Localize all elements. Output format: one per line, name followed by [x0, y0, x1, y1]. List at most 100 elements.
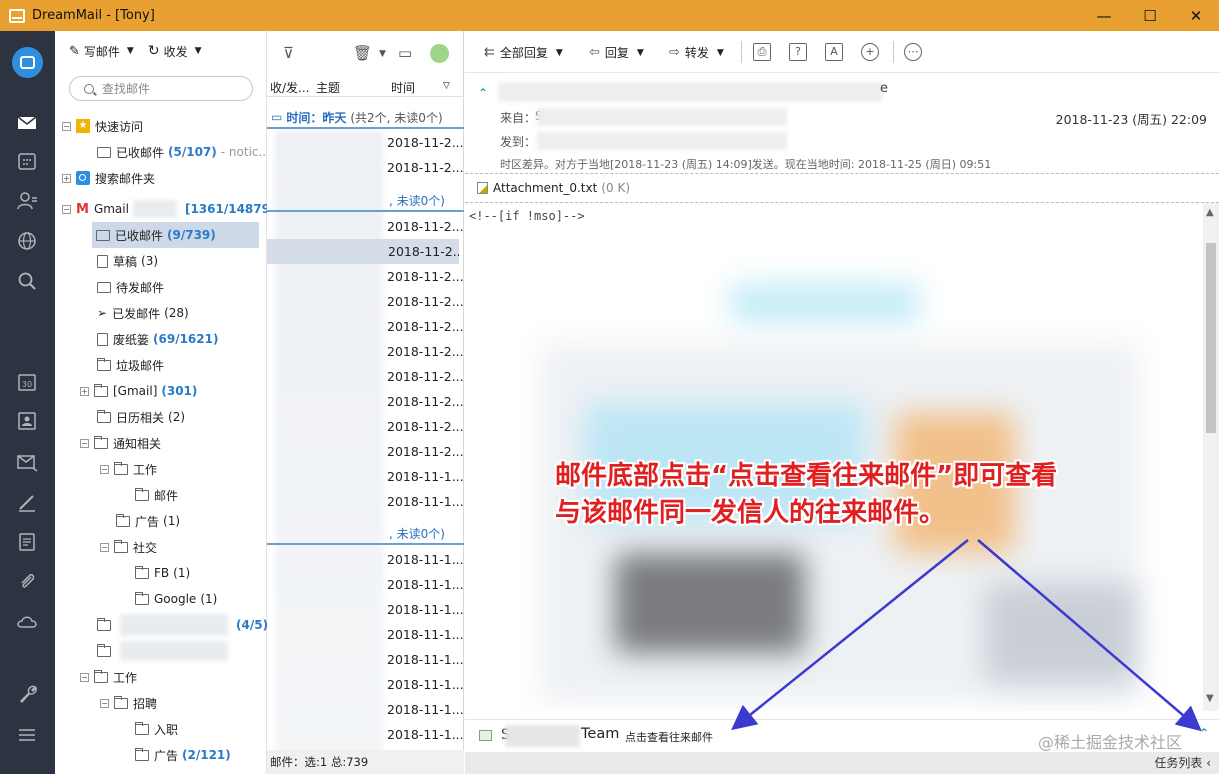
tree-fb[interactable]: FB (1) [135, 560, 190, 586]
collapse-icon[interactable]: − [100, 464, 109, 474]
list-item-selected[interactable]: 2018-11-2... [267, 239, 459, 264]
tree-outbox[interactable]: 待发邮件 [97, 274, 164, 300]
tree-ads2[interactable]: 广告 (2/121) [135, 742, 231, 768]
calendar-30-icon[interactable]: 30 [15, 370, 39, 394]
tree-gmail-account[interactable]: − M Gmail [1361/14879] [62, 196, 275, 222]
search-input[interactable]: 查找邮件 [69, 76, 253, 101]
col-time[interactable]: 时间 [391, 79, 415, 96]
delete-icon[interactable]: 🗑 [353, 44, 372, 62]
tree-inbox[interactable]: 已收邮件 (9/739) [92, 222, 259, 248]
list-item[interactable]: 2018-11-1... [387, 672, 464, 697]
tree-onboard[interactable]: 入职 [135, 716, 178, 742]
app-home-icon[interactable] [12, 47, 43, 78]
tree-recruit[interactable]: − 招聘 [100, 690, 157, 716]
collapse-icon[interactable]: − [80, 672, 89, 682]
list-item[interactable]: 2018-11-2... [387, 264, 464, 289]
view-related-mail-link[interactable]: 点击查看往来邮件 [625, 729, 713, 745]
scroll-down-icon[interactable]: ▼ [1206, 693, 1214, 704]
collapse-icon[interactable]: − [100, 698, 109, 708]
collapse-icon[interactable]: − [100, 542, 109, 552]
collapse-icon[interactable]: − [62, 204, 71, 214]
task-list-button[interactable]: 任务列表 ‹ [1154, 754, 1211, 771]
more-icon[interactable]: ⋯ [904, 43, 922, 61]
contacts-icon[interactable] [15, 189, 39, 213]
sort-icon[interactable]: ▽ [443, 81, 450, 91]
tree-work2[interactable]: − 工作 [80, 664, 137, 690]
expand-up-icon[interactable]: ⌃ [1199, 726, 1209, 740]
tree-social[interactable]: − 社交 [100, 534, 157, 560]
list-item[interactable]: 2018-11-2... [387, 364, 464, 389]
tree-redacted-folder-2[interactable] [97, 638, 228, 664]
wrench-icon[interactable] [15, 682, 39, 706]
calendar-grid-icon[interactable] [15, 149, 39, 173]
list-item[interactable]: 2018-11-2... [387, 339, 464, 364]
list-item[interactable]: 2018-11-1... [387, 489, 464, 514]
expand-icon[interactable]: + [62, 173, 71, 183]
list-item[interactable]: 2018-11-1... [387, 597, 464, 622]
tree-search-folders[interactable]: + 搜索邮件夹 [62, 165, 155, 191]
list-item[interactable]: 2018-11-2... [387, 389, 464, 414]
scroll-up-icon[interactable]: ▲ [1206, 207, 1214, 218]
filter-icon[interactable]: ⊽ [283, 44, 294, 62]
list-item[interactable]: 2018-11-1... [387, 697, 464, 722]
col-subject[interactable]: 主题 [316, 79, 340, 96]
attachment-icon[interactable] [15, 570, 39, 594]
group-3[interactable]: , 未读0个) [267, 523, 464, 545]
list-item[interactable]: 2018-11-1... [387, 464, 464, 489]
address-book-icon[interactable] [15, 409, 39, 433]
tree-quick-access[interactable]: − ★ 快速访问 [62, 113, 143, 139]
chevron-down-icon[interactable]: ▼ [717, 48, 724, 58]
col-from[interactable]: 收/发... [270, 79, 310, 96]
collapse-icon[interactable]: − [62, 121, 71, 131]
list-item[interactable]: 2018-11-2... [387, 214, 464, 239]
chevron-down-icon[interactable]: ▼ [556, 48, 563, 58]
compose-button[interactable]: ✎ 写邮件 ▼ [69, 43, 134, 60]
list-item[interactable]: 2018-11-2... [387, 289, 464, 314]
send-receive-button[interactable]: ↻ 收发 ▼ [148, 43, 202, 60]
search-icon[interactable] [15, 269, 39, 293]
tree-work[interactable]: − 工作 [100, 456, 157, 482]
chat-icon[interactable]: ▭ [398, 44, 412, 62]
list-item[interactable]: 2018-11-2... [387, 155, 464, 180]
help-icon[interactable]: ? [789, 43, 807, 61]
chevron-down-icon[interactable]: ▼ [379, 49, 386, 59]
tree-work-mail[interactable]: 邮件 [135, 482, 178, 508]
tree-ads[interactable]: 广告 (1) [116, 508, 180, 534]
chevron-down-icon[interactable]: ▼ [195, 46, 202, 56]
reply-all-button[interactable]: ⇇ 全部回复 ▼ [484, 44, 563, 61]
tree-calendar[interactable]: 日历相关 (2) [97, 404, 185, 430]
collapse-icon[interactable]: − [80, 438, 89, 448]
maximize-button[interactable]: ☐ [1127, 0, 1173, 31]
mail-send-icon[interactable] [15, 450, 39, 474]
list-item[interactable]: 2018-11-2... [387, 439, 464, 464]
cloud-icon[interactable] [15, 610, 39, 634]
tree-sent[interactable]: ➢ 已发邮件 (28) [97, 300, 189, 326]
list-item[interactable]: 2018-11-1... [387, 622, 464, 647]
list-item[interactable]: 2018-11-1... [387, 547, 464, 572]
notes-icon[interactable] [15, 530, 39, 554]
print-icon[interactable]: ⎙ [753, 43, 771, 61]
globe-icon[interactable] [15, 229, 39, 253]
tree-gmail-folder[interactable]: + [Gmail] (301) [80, 378, 197, 404]
group-yesterday[interactable]: ▭ 时间：昨天 (共2个, 未读0个) [267, 107, 464, 129]
tree-junk[interactable]: 垃圾邮件 [97, 352, 164, 378]
tree-quick-inbox[interactable]: 已收邮件 (5/107) - notic... [97, 139, 270, 165]
menu-icon[interactable] [15, 723, 39, 747]
list-item[interactable]: 2018-11-2... [387, 414, 464, 439]
scroll-thumb[interactable] [1206, 243, 1216, 433]
tree-trash[interactable]: 废纸篓 (69/1621) [97, 326, 218, 352]
chevron-down-icon[interactable]: ▼ [637, 48, 644, 58]
tree-drafts[interactable]: 草稿 (3) [97, 248, 158, 274]
reply-button[interactable]: ⇦ 回复 ▼ [589, 44, 644, 61]
font-size-icon[interactable]: A [825, 43, 843, 61]
expand-icon[interactable]: + [80, 386, 89, 396]
online-status-icon[interactable] [430, 44, 449, 63]
zoom-in-icon[interactable]: + [861, 43, 879, 61]
forward-button[interactable]: ⇨ 转发 ▼ [669, 44, 724, 61]
list-item[interactable]: 2018-11-1... [387, 647, 464, 672]
close-button[interactable]: ✕ [1173, 0, 1219, 31]
pen-icon[interactable] [15, 490, 39, 514]
minimize-button[interactable]: — [1081, 0, 1127, 31]
tree-google[interactable]: Google (1) [135, 586, 217, 612]
group-2[interactable]: , 未读0个) [267, 190, 464, 212]
